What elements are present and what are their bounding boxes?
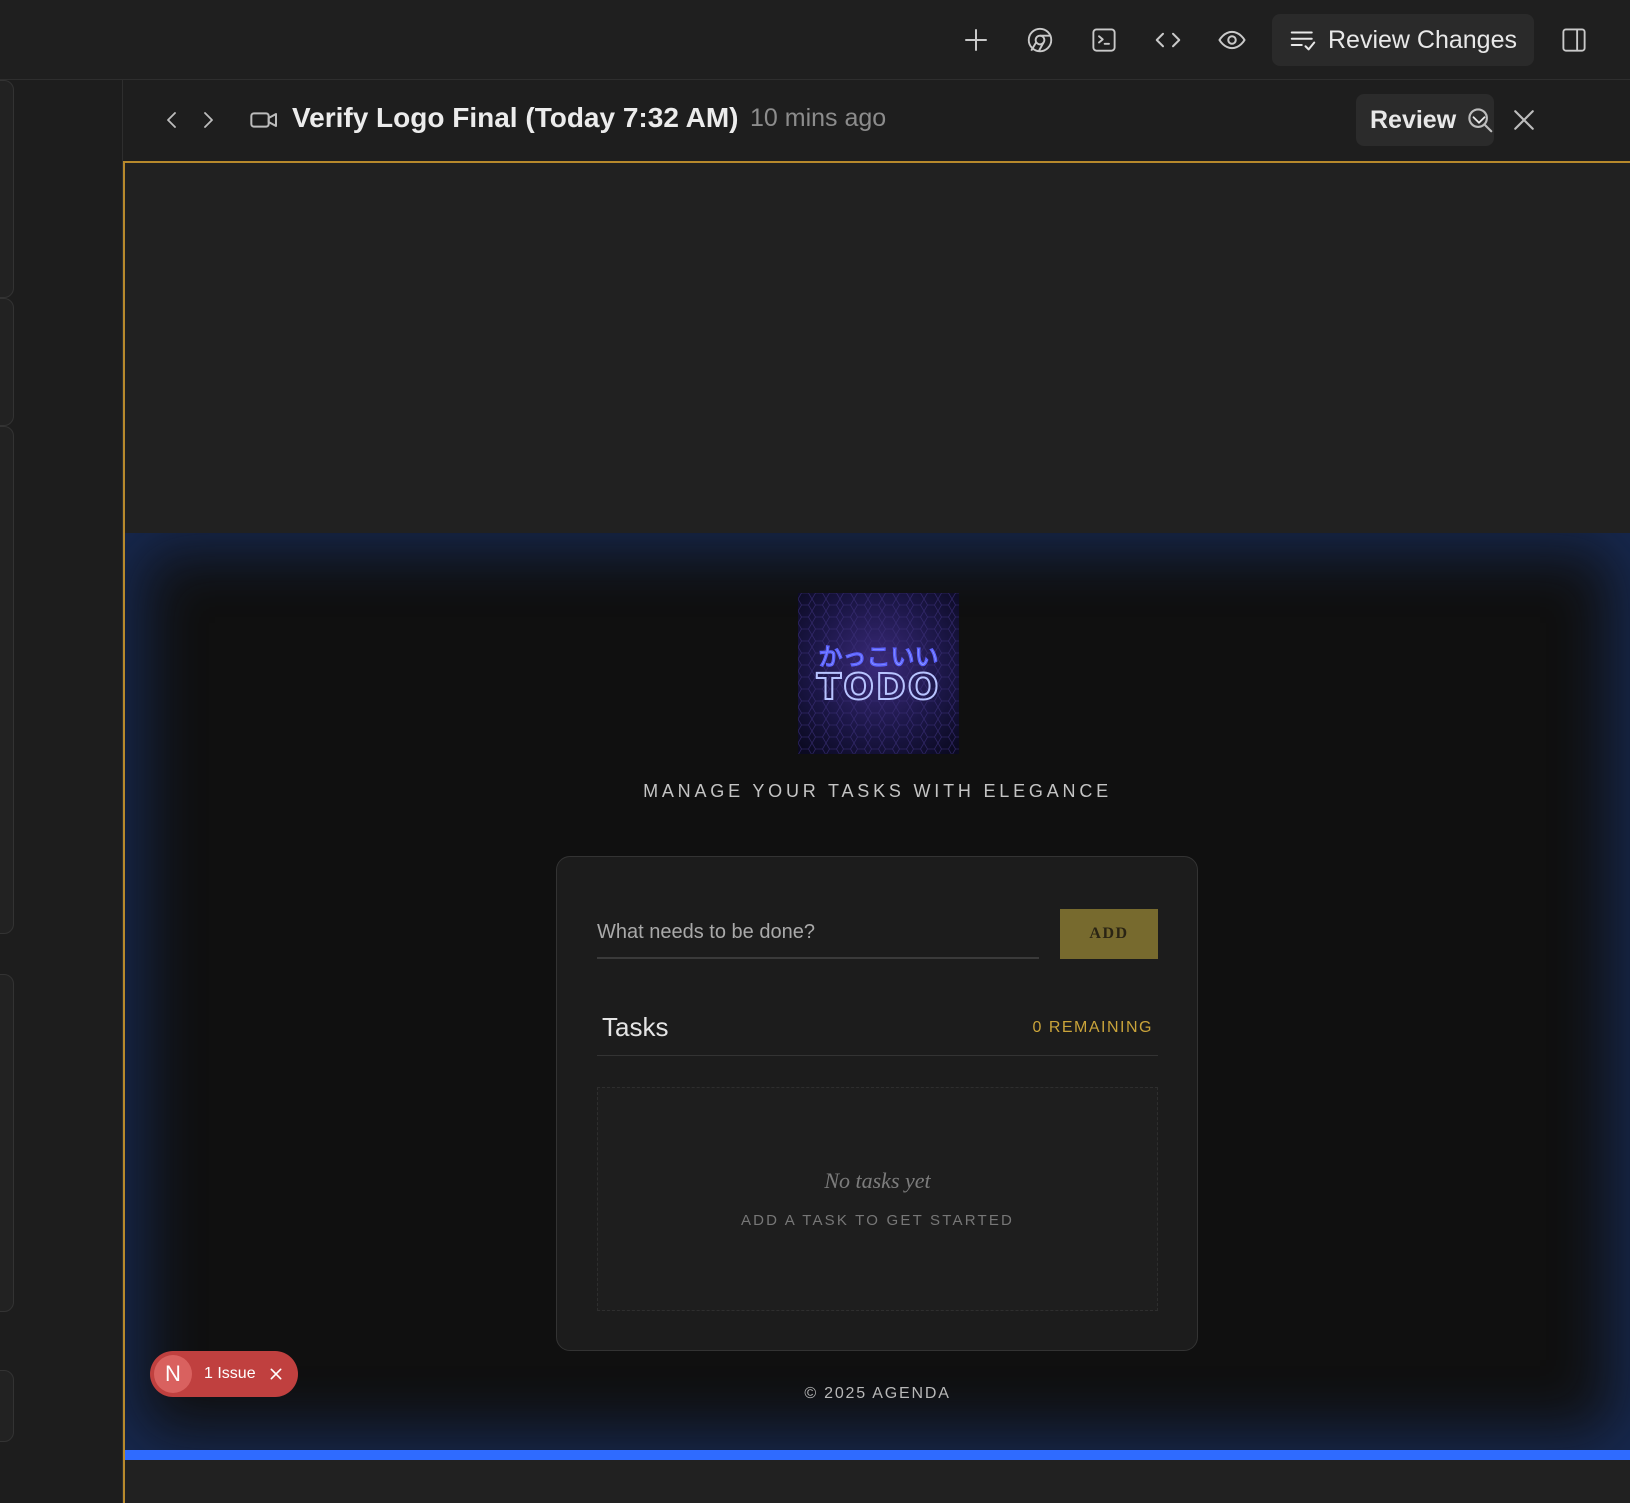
empty-state-title: No tasks yet	[824, 1168, 931, 1193]
todo-card: ADD Tasks 0 REMAINING No tasks yet ADD A…	[556, 856, 1198, 1351]
review-changes-button[interactable]: Review Changes	[1272, 14, 1534, 66]
app-logo: かっこいい TODO	[798, 593, 959, 754]
close-icon[interactable]	[268, 1366, 284, 1382]
logo-word-text: TODO	[817, 667, 941, 708]
chrome-icon[interactable]	[1020, 20, 1060, 60]
issues-label: 1 Issue	[204, 1365, 256, 1382]
tagline: MANAGE YOUR TASKS WITH ELEGANCE	[643, 781, 1112, 801]
review-changes-label: Review Changes	[1328, 25, 1517, 54]
plus-icon[interactable]	[956, 20, 996, 60]
review-dropdown-label: Review	[1370, 105, 1457, 134]
forward-arrow-icon[interactable]	[192, 104, 224, 136]
back-arrow-icon[interactable]	[156, 104, 188, 136]
search-icon[interactable]	[1462, 102, 1498, 138]
empty-state: No tasks yet ADD A TASK TO GET STARTED	[597, 1087, 1158, 1311]
progress-bar	[125, 1450, 1630, 1460]
video-camera-icon	[246, 102, 282, 138]
sidebar-card[interactable]	[0, 298, 14, 426]
divider	[597, 1055, 1158, 1056]
recording-time-ago: 10 mins ago	[750, 104, 887, 132]
new-task-input[interactable]	[597, 907, 1039, 959]
sidebar-card[interactable]	[0, 80, 14, 298]
tasks-heading: Tasks	[602, 1012, 669, 1042]
remaining-count: 0 REMAINING	[1032, 1019, 1153, 1036]
code-icon[interactable]	[1148, 20, 1188, 60]
recording-title: Verify Logo Final (Today 7:32 AM)	[292, 102, 739, 133]
panel-header: Verify Logo Final (Today 7:32 AM) 10 min…	[124, 80, 1630, 160]
sidebar-right-icon[interactable]	[1554, 20, 1594, 60]
preview-panel: かっこいい TODO MANAGE YOUR TASKS WITH ELEGAN…	[123, 161, 1630, 1503]
top-toolbar: Review Changes	[0, 0, 1630, 80]
left-sidebar-strip	[0, 80, 123, 1503]
close-icon[interactable]	[1506, 102, 1542, 138]
sidebar-card[interactable]	[0, 1370, 14, 1442]
footer-copyright: © 2025 AGENDA	[804, 1385, 951, 1402]
review-list-icon	[1290, 31, 1316, 51]
sidebar-card[interactable]	[0, 974, 14, 1312]
sidebar-card[interactable]	[0, 426, 14, 934]
terminal-icon[interactable]	[1084, 20, 1124, 60]
add-task-button[interactable]: ADD	[1060, 909, 1158, 959]
empty-state-subtitle: ADD A TASK TO GET STARTED	[740, 1212, 1015, 1229]
eye-icon[interactable]	[1212, 20, 1252, 60]
todo-app: かっこいい TODO MANAGE YOUR TASKS WITH ELEGAN…	[125, 533, 1630, 1450]
